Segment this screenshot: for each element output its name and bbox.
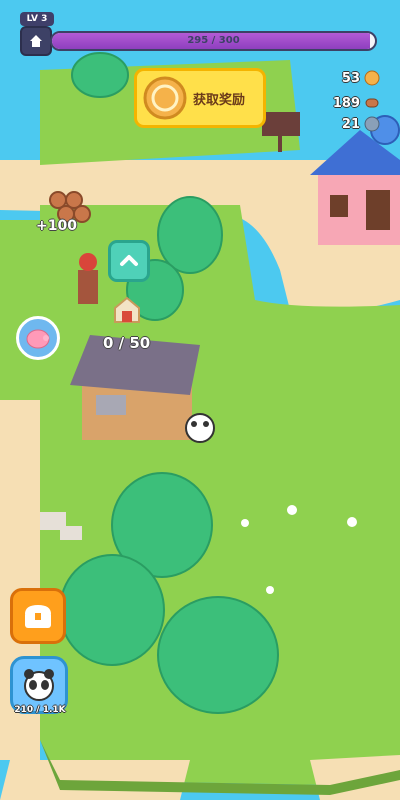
chevron-up-icon xyxy=(120,255,138,266)
get-reward-button[interactable]: 获取奖励 xyxy=(134,68,266,128)
storage-counter: 0 / 50 xyxy=(103,334,151,352)
treasure-chest-icon xyxy=(25,605,51,628)
coin-icon xyxy=(364,70,380,86)
reward-label: 获取奖励 xyxy=(193,92,246,108)
xp-bar: 295 / 300 xyxy=(50,31,377,51)
stone-counter: 21 xyxy=(342,114,380,134)
wood-log-icon xyxy=(365,98,379,108)
coin-icon xyxy=(143,76,187,120)
coins-value: 53 xyxy=(341,70,360,86)
barn-icon xyxy=(112,294,142,324)
coins-counter: 53 xyxy=(342,68,380,88)
piggy-bank-button[interactable] xyxy=(16,316,60,360)
piggy-bank-icon xyxy=(26,329,50,349)
wood-counter: 189 xyxy=(333,93,380,113)
xp-progress: LV 3 295 / 300 xyxy=(20,12,380,58)
xp-text: 295 / 300 xyxy=(187,35,240,46)
chest-button[interactable] xyxy=(10,588,66,644)
level-badge: LV 3 xyxy=(20,12,54,26)
stone-value: 21 xyxy=(341,116,360,132)
wood-gain-label: +100 xyxy=(36,218,77,234)
stone-icon xyxy=(364,116,380,132)
wood-value: 189 xyxy=(332,95,360,111)
panda-icon xyxy=(24,669,54,701)
home-button[interactable] xyxy=(20,26,52,56)
home-icon xyxy=(30,35,42,47)
panda-count: 210 / 1.1K xyxy=(14,705,66,715)
upgrade-button[interactable] xyxy=(108,240,150,282)
